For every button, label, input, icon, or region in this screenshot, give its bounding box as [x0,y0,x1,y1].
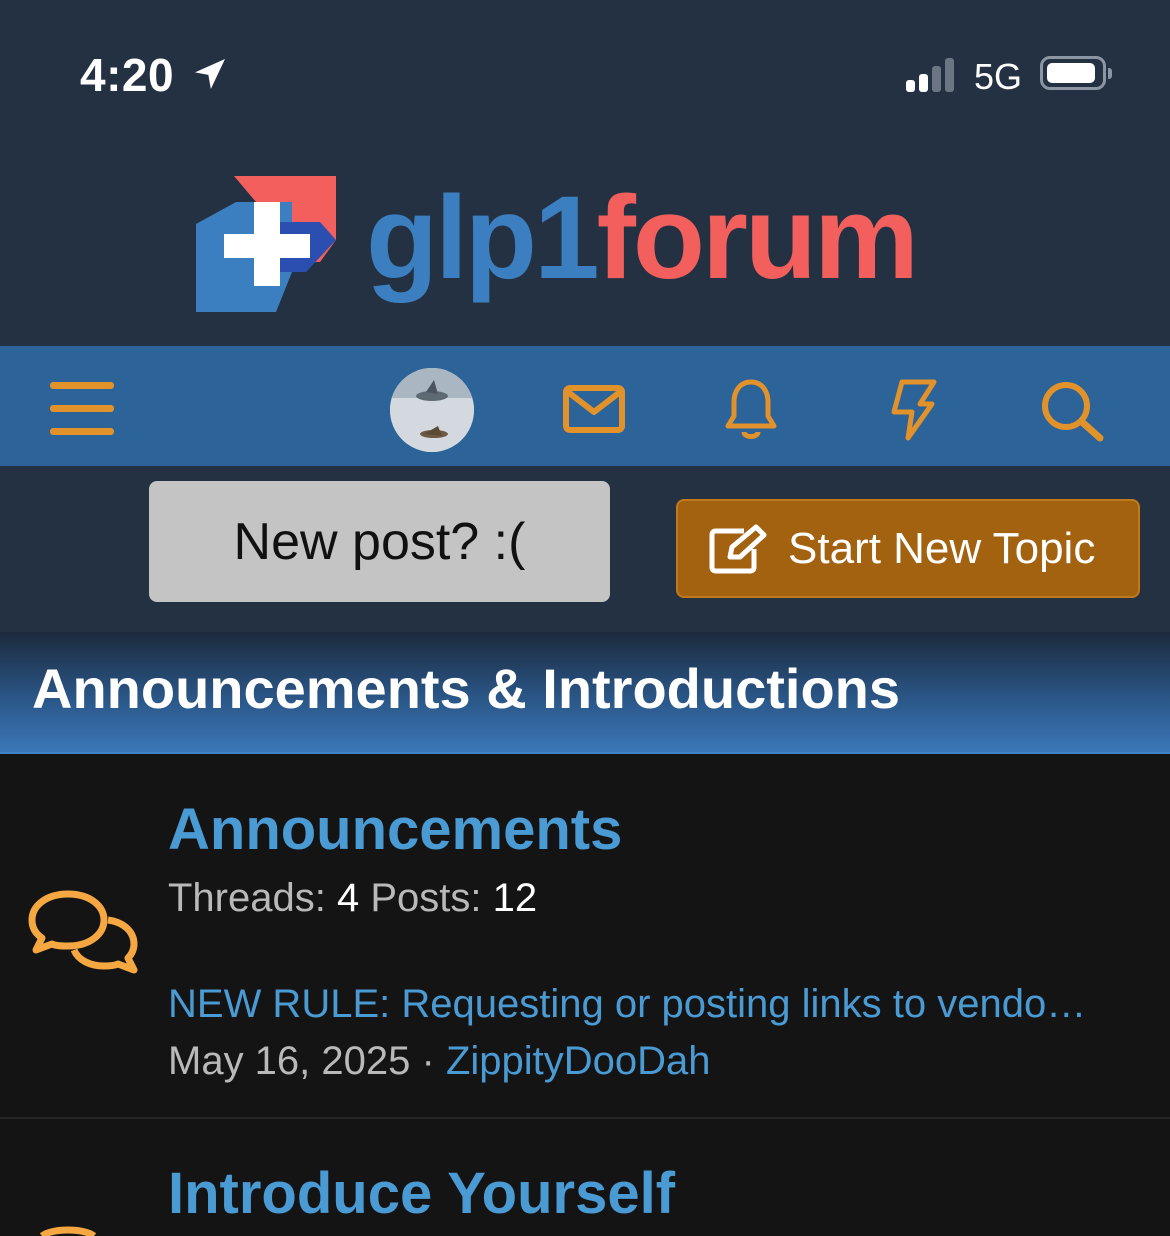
mail-icon[interactable] [562,384,626,434]
new-post-button[interactable]: New post? :( [149,481,610,602]
edit-icon [708,523,770,575]
new-post-label: New post? :( [233,512,526,571]
chat-bubbles-icon [28,890,138,974]
posts-label: Posts: [370,876,482,920]
bell-icon[interactable] [724,378,778,440]
chat-bubbles-icon [39,1226,97,1236]
posts-count: 12 [492,876,538,920]
threads-count: 4 [336,876,360,920]
latest-thread-meta: May 16, 2025 · ZippityDooDah [168,1039,711,1084]
status-time: 4:20 [80,49,175,101]
section-title[interactable]: Announcements & Introductions [32,656,900,721]
threads-label: Threads: [168,876,326,920]
logo-wordmark-part1: glp1 [366,172,600,304]
forum-title[interactable]: Introduce Yourself [168,1160,675,1227]
latest-thread-link[interactable]: NEW RULE: Requesting or posting links to… [168,982,1138,1027]
latest-date: May 16, 2025 [168,1039,411,1083]
forum-title[interactable]: Announcements [168,796,622,863]
logo-wordmark[interactable]: glp1forum [366,168,919,308]
search-icon[interactable] [1040,380,1106,442]
start-new-topic-label: Start New Topic [788,523,1096,573]
signal-icon [906,56,958,92]
network-type: 5G [974,56,1023,97]
latest-author-link[interactable]: ZippityDooDah [446,1039,711,1083]
lightning-icon[interactable] [888,378,938,442]
logo-wordmark-part2: forum [596,172,919,304]
status-bar: 4:20 5G [0,0,1170,140]
meta-separator: · [421,1039,435,1083]
menu-icon[interactable] [50,380,116,438]
battery-icon [1040,56,1112,90]
avatar[interactable] [390,368,474,452]
start-new-topic-button[interactable]: Start New Topic [676,499,1140,598]
forum-stats: Threads: 4 Posts: 12 [168,876,537,921]
logo-icon[interactable] [196,172,338,314]
location-arrow-icon [195,59,225,89]
